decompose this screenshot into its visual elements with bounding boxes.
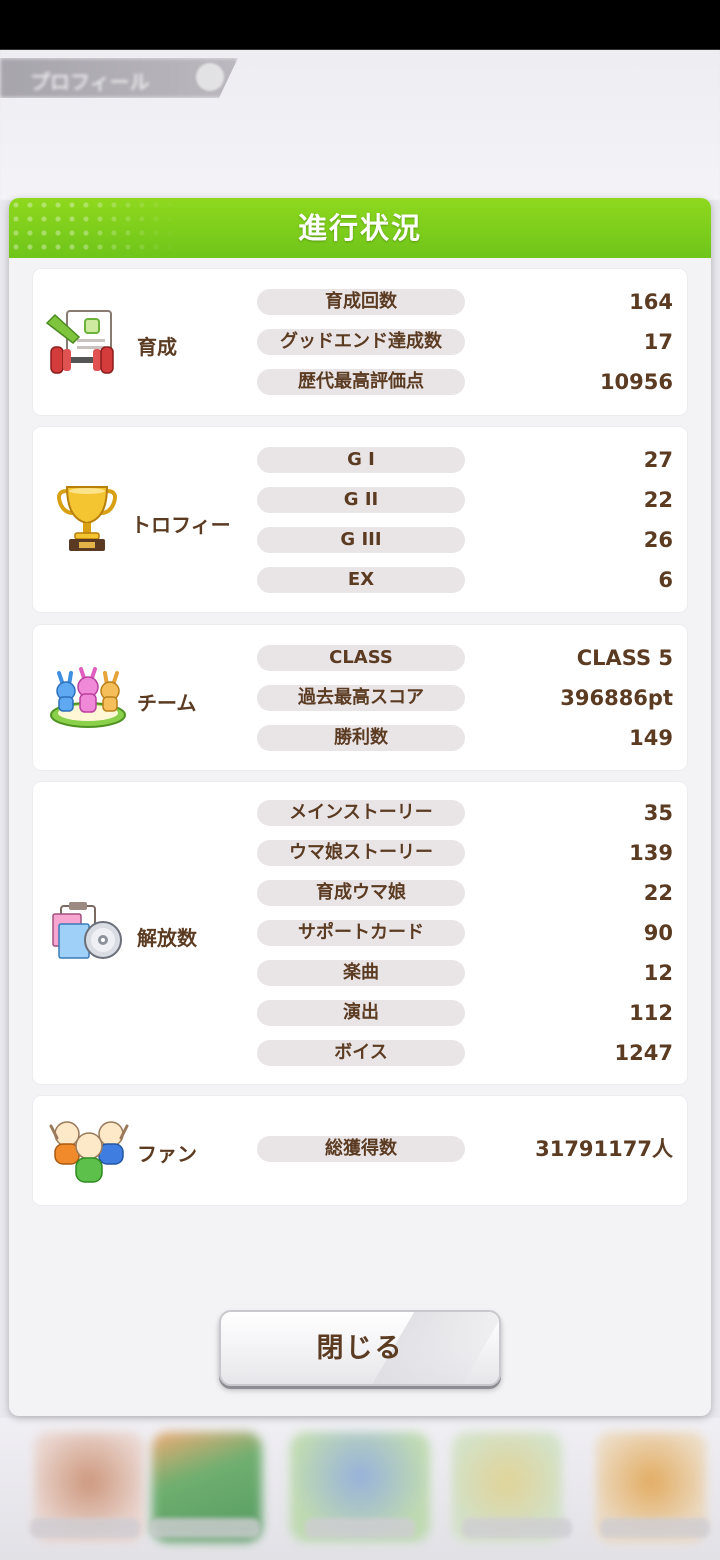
stat-label: サポートカード [257, 920, 465, 946]
team-label: チーム [137, 691, 197, 715]
unlocks-row-trainable: 育成ウマ娘 22 [257, 880, 673, 906]
unlocks-row-main-story: メインストーリー 35 [257, 800, 673, 826]
stat-value: 164 [629, 290, 673, 314]
fans-row-total: 総獲得数 31791177人 [257, 1136, 673, 1162]
stat-value: 31791177人 [535, 1137, 673, 1161]
stat-value: 139 [629, 841, 673, 865]
unlocks-card: 解放数 メインストーリー 35 ウマ娘ストーリー 139 育成ウマ娘 22 サポ… [33, 782, 687, 1084]
fans-icon [47, 1116, 131, 1186]
background-nav-label [462, 1518, 572, 1538]
background-nav-label [30, 1518, 140, 1538]
training-card: 育成 育成回数 164 グッドエンド達成数 17 歴代最高評価点 10956 [33, 269, 687, 415]
background-nav-label [305, 1518, 415, 1538]
stat-value: 35 [643, 801, 673, 825]
stat-label: CLASS [257, 645, 465, 671]
stat-label: メインストーリー [257, 800, 465, 826]
stat-label: ウマ娘ストーリー [257, 840, 465, 866]
unlocks-row-music: 楽曲 12 [257, 960, 673, 986]
stat-label: G II [257, 487, 465, 513]
close-button[interactable]: 閉じる [219, 1310, 501, 1386]
stat-label: G III [257, 527, 465, 553]
stat-value: 1247 [614, 1041, 673, 1065]
stat-label: 過去最高スコア [257, 685, 465, 711]
stat-label: 歴代最高評価点 [257, 369, 465, 395]
trophy-row-ex: EX 6 [257, 567, 673, 593]
stat-value: 396886pt [560, 686, 673, 710]
trophy-row-g1: G I 27 [257, 447, 673, 473]
team-icon [49, 667, 127, 729]
status-bar [0, 0, 720, 50]
stat-label: 楽曲 [257, 960, 465, 986]
stat-value: 26 [643, 528, 673, 552]
stat-value: 22 [643, 881, 673, 905]
unlocks-row-uma-story: ウマ娘ストーリー 139 [257, 840, 673, 866]
background-profile-tab-label: プロフィール [30, 70, 150, 94]
team-row-best-score: 過去最高スコア 396886pt [257, 685, 673, 711]
close-button-label: 閉じる [316, 1333, 404, 1364]
trophy-icon [57, 485, 117, 553]
team-row-wins: 勝利数 149 [257, 725, 673, 751]
stat-value: 90 [643, 921, 673, 945]
background-info-icon [196, 63, 224, 91]
stat-label: 育成回数 [257, 289, 465, 315]
stat-value: CLASS 5 [576, 646, 673, 670]
stat-label: G I [257, 447, 465, 473]
trophy-label: トロフィー [131, 513, 231, 537]
unlocks-row-performance: 演出 112 [257, 1000, 673, 1026]
stat-value: 17 [643, 330, 673, 354]
team-row-class: CLASS CLASS 5 [257, 645, 673, 671]
stat-value: 149 [629, 726, 673, 750]
stat-label: グッドエンド達成数 [257, 329, 465, 355]
stat-label: ボイス [257, 1040, 465, 1066]
trophy-row-g2: G II 22 [257, 487, 673, 513]
trophy-row-g3: G III 26 [257, 527, 673, 553]
stat-label: 育成ウマ娘 [257, 880, 465, 906]
stat-value: 22 [643, 488, 673, 512]
training-row-best-score: 歴代最高評価点 10956 [257, 369, 673, 395]
team-card: チーム CLASS CLASS 5 過去最高スコア 396886pt 勝利数 1… [33, 625, 687, 770]
unlocks-row-support-card: サポートカード 90 [257, 920, 673, 946]
stat-value: 10956 [599, 370, 673, 394]
training-row-good-end: グッドエンド達成数 17 [257, 329, 673, 355]
dialog-title: 進行状況 [297, 211, 422, 245]
fans-label: ファン [137, 1142, 197, 1166]
stat-value: 6 [658, 568, 673, 592]
background-nav-label [600, 1518, 710, 1538]
fans-card: ファン 総獲得数 31791177人 [33, 1096, 687, 1205]
progress-dialog: 進行状況 育成 育成回数 164 グッドエンド達成数 17 歴代最高評価点 10… [9, 198, 711, 1416]
dialog-header: 進行状況 [9, 198, 711, 258]
training-label: 育成 [137, 335, 177, 359]
stat-value: 27 [643, 448, 673, 472]
unlock-icon [49, 900, 125, 966]
stat-value: 112 [629, 1001, 673, 1025]
background-nav-label [150, 1518, 260, 1538]
stat-label: EX [257, 567, 465, 593]
stat-label: 総獲得数 [257, 1136, 465, 1162]
stat-value: 12 [643, 961, 673, 985]
unlocks-row-voice: ボイス 1247 [257, 1040, 673, 1066]
training-icon [45, 309, 117, 379]
unlocks-label: 解放数 [137, 926, 197, 950]
stat-label: 勝利数 [257, 725, 465, 751]
training-row-count: 育成回数 164 [257, 289, 673, 315]
trophy-card: トロフィー G I 27 G II 22 G III 26 EX 6 [33, 427, 687, 612]
stat-label: 演出 [257, 1000, 465, 1026]
